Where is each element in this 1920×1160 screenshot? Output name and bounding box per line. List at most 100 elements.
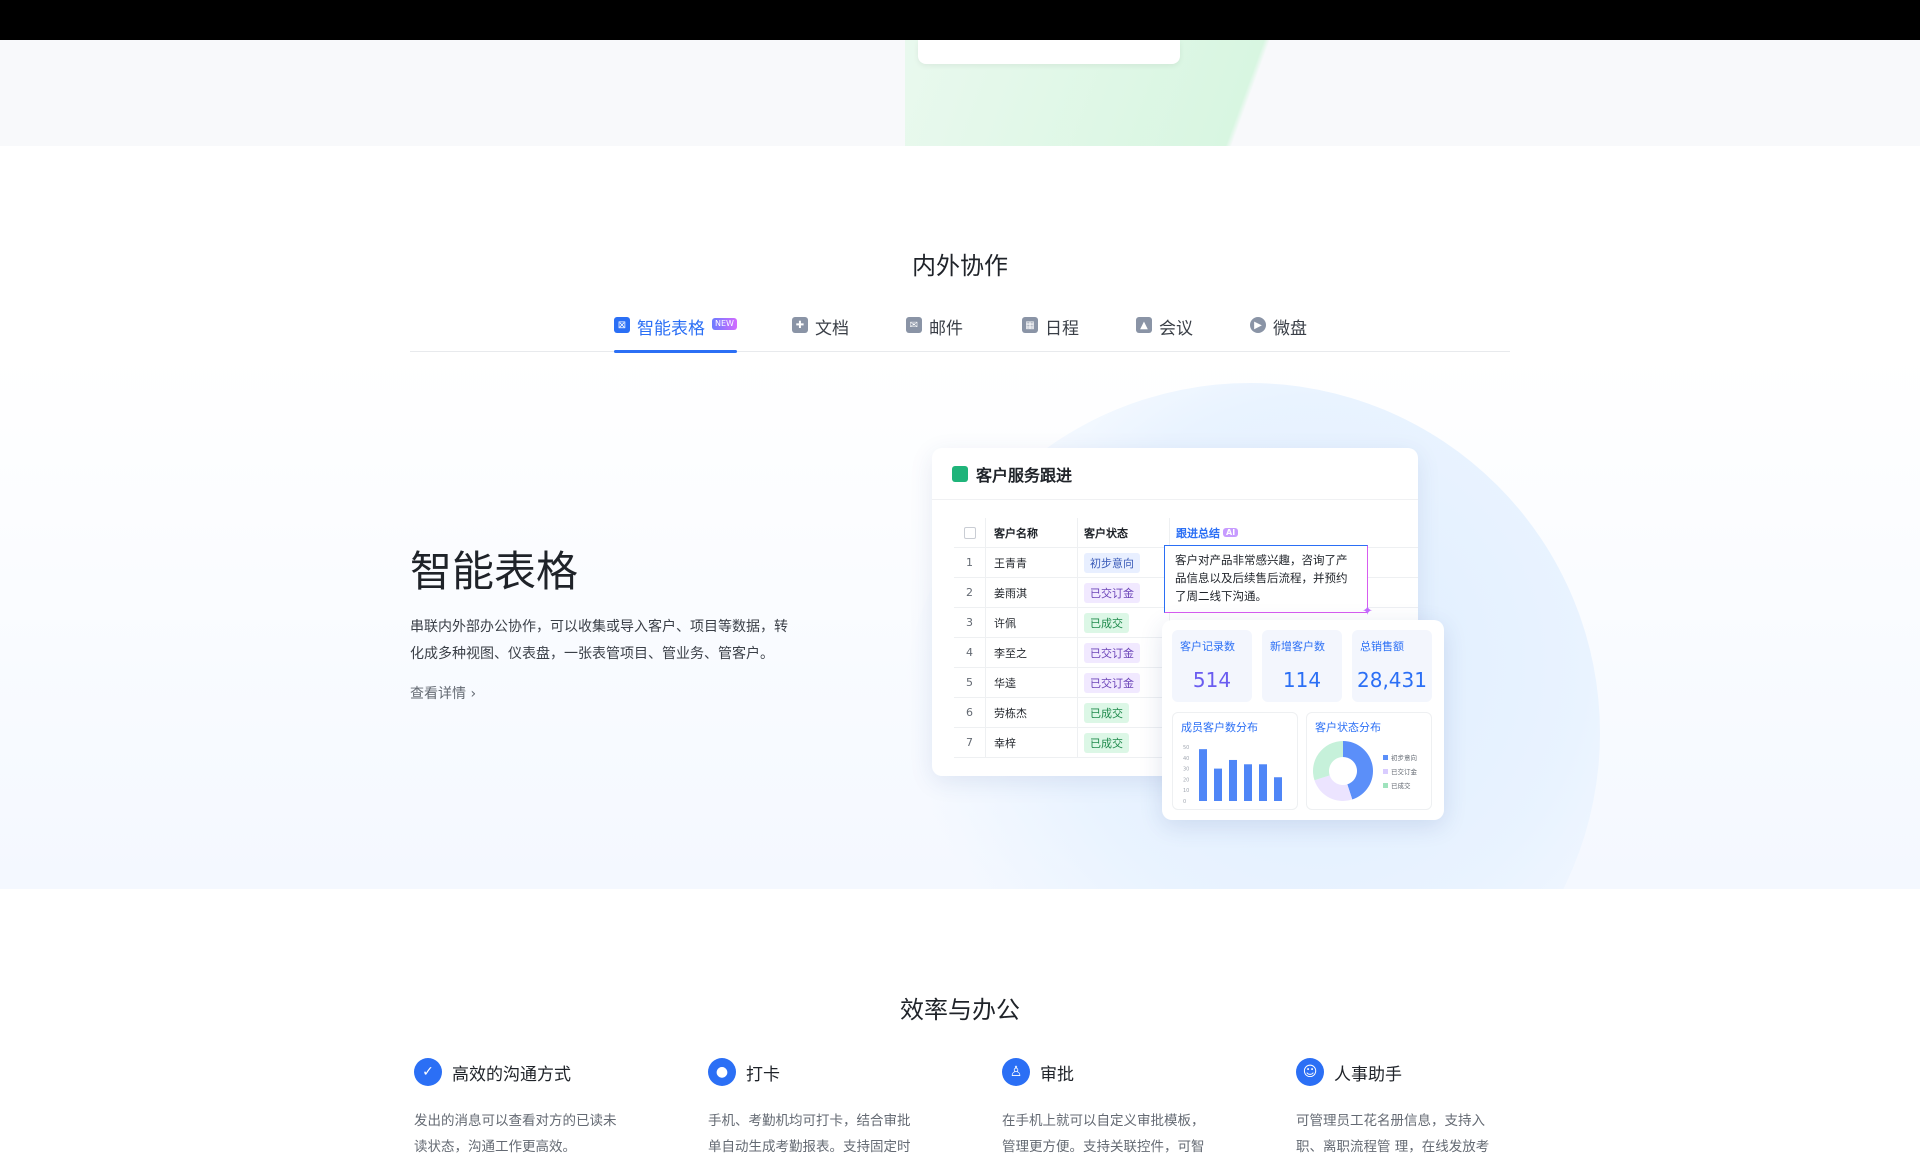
view-details-link[interactable]: 查看详情 › (410, 683, 476, 703)
customer-name: 王青青 (986, 548, 1078, 577)
sheet-title: 客户服务跟进 (976, 465, 1073, 485)
status-cell: 已交订金 (1078, 668, 1170, 697)
legend-label: 初步意向 (1391, 753, 1417, 762)
tab-smart-sheet[interactable]: ⊠ 智能表格 NEW (614, 314, 737, 353)
status-badge: 已交订金 (1084, 582, 1140, 603)
sheet-icon (952, 465, 968, 482)
tab-label: 邮件 (929, 319, 963, 339)
product-tabs: ⊠ 智能表格 NEW ✚ 文档 ✉ 邮件 ▦ 日程 ▲ 会议 ▶ 微盘 (410, 300, 1510, 353)
efficiency-item: ☺ 人事助手 可管理员工花名册信息，支持入 职、离职流程管 理，在线发放考 (1296, 1058, 1536, 1160)
efficiency-line: 单自动生成考勤报表。支持固定时 (708, 1139, 911, 1155)
ai-summary-cell: 客户对产品非常感兴趣，咨询了产 品信息以及后续售后流程，并预约 了周二线下沟通。 (1164, 545, 1368, 613)
tab-label: 文档 (815, 319, 849, 339)
stat-label: 新增客户数 (1270, 640, 1325, 653)
row-number: 5 (954, 668, 986, 697)
stat-value: 114 (1282, 668, 1322, 692)
section-title-collaboration: 内外协作 (912, 252, 1008, 280)
efficiency-line: 职、离职流程管 理，在线发放考 (1296, 1139, 1490, 1155)
legend-swatch (1383, 755, 1388, 760)
efficiency-line: 可管理员工花名册信息，支持入 (1296, 1113, 1485, 1129)
y-tick-label: 0 (1183, 799, 1186, 805)
check-icon: ✓ (414, 1058, 442, 1086)
pie-slice (1314, 775, 1353, 801)
bar-chart: 0 10 20 30 40 50 (1183, 745, 1282, 805)
status-cell: 已成交 (1078, 698, 1170, 727)
efficiency-title: 打卡 (746, 1064, 780, 1085)
status-badge: 已成交 (1084, 702, 1129, 723)
row-number: 7 (954, 728, 986, 757)
section-title-efficiency: 效率与办公 (900, 996, 1020, 1024)
tab-mail[interactable]: ✉ 邮件 (906, 314, 963, 352)
smart-sheet-icon: ⊠ (614, 317, 630, 333)
note-line: 品信息以及后续售后流程，并预约 (1175, 571, 1348, 585)
bar (1274, 777, 1282, 801)
column-header: 客户状态 (1078, 518, 1170, 547)
row-number: 2 (954, 578, 986, 607)
bar (1244, 764, 1252, 801)
new-badge: NEW (712, 318, 737, 330)
doc-icon: ✚ (792, 317, 808, 333)
legend-swatch (1383, 783, 1388, 788)
efficiency-line: 发出的消息可以查看对方的已读未 (414, 1113, 617, 1129)
status-badge: 已交订金 (1084, 642, 1140, 663)
efficiency-line: 管理更方便。支持关联控件，可智 (1002, 1139, 1205, 1155)
drive-icon: ▶ (1250, 317, 1266, 333)
select-all-checkbox[interactable] (963, 526, 976, 539)
feature-description: 串联内外部办公协作，可以收集或导入客户、项目等数据，转 化成多种视图、仪表盘，一… (410, 614, 800, 668)
row-number: 4 (954, 638, 986, 667)
row-number: 6 (954, 698, 986, 727)
customer-name: 许佩 (986, 608, 1078, 637)
table-header-row: 客户名称 客户状态 跟进总结 AI (954, 518, 1418, 548)
note-line: 客户对产品非常感兴趣，咨询了产 (1175, 553, 1348, 567)
efficiency-item: ● 打卡 手机、考勤机均可打卡，结合审批 单自动生成考勤报表。支持固定时 (708, 1058, 948, 1160)
bar-chart-title: 成员客户数分布 (1181, 721, 1258, 734)
stamp-icon: ♙ (1002, 1058, 1030, 1086)
status-cell: 已成交 (1078, 728, 1170, 757)
tab-calendar[interactable]: ▦ 日程 (1022, 314, 1079, 352)
status-cell: 已交订金 (1078, 638, 1170, 667)
sheet-header: 客户服务跟进 (932, 448, 1418, 500)
bar (1259, 764, 1267, 801)
pie-chart-title: 客户状态分布 (1315, 721, 1381, 734)
status-cell: 已成交 (1078, 608, 1170, 637)
browser-top-bar (0, 0, 1920, 40)
stat-card: 新增客户数 114 (1262, 630, 1342, 702)
status-badge: 已交订金 (1084, 672, 1140, 693)
customer-name: 华逵 (986, 668, 1078, 697)
tab-meeting[interactable]: ▲ 会议 (1136, 314, 1193, 352)
customer-name: 劳栋杰 (986, 698, 1078, 727)
efficiency-line: 读状态，沟通工作更高效。 (414, 1139, 576, 1155)
dashboard-preview: 客户记录数 514 新增客户数 114 总销售额 28,431 成员客户数分布 … (1162, 620, 1444, 820)
efficiency-title: 审批 (1040, 1064, 1074, 1085)
stat-value: 28,431 (1357, 668, 1427, 692)
efficiency-item: ✓ 高效的沟通方式 发出的消息可以查看对方的已读未 读状态，沟通工作更高效。 (414, 1058, 654, 1160)
person-icon: ☺ (1296, 1058, 1324, 1086)
customer-name: 姜雨淇 (986, 578, 1078, 607)
mail-icon: ✉ (906, 317, 922, 333)
desc-line: 化成多种视图、仪表盘，一张表管项目、管业务、管客户。 (410, 646, 774, 662)
status-badge: 已成交 (1084, 612, 1129, 633)
y-tick-label: 30 (1183, 767, 1189, 773)
bar-chart-panel: 成员客户数分布 0 10 20 30 40 50 (1172, 712, 1298, 810)
customer-name: 李至之 (986, 638, 1078, 667)
desc-line: 串联内外部办公协作，可以收集或导入客户、项目等数据，转 (410, 619, 788, 635)
legend-label: 已交订金 (1391, 767, 1418, 776)
y-tick-label: 40 (1183, 756, 1189, 762)
tab-drive[interactable]: ▶ 微盘 (1250, 314, 1307, 352)
column-header: 跟进总结 (1176, 526, 1220, 540)
stat-label: 客户记录数 (1180, 640, 1235, 653)
sparkle-icon: ✦ (1362, 604, 1373, 619)
hero-strip (0, 40, 1920, 146)
column-header-ai: 跟进总结 AI (1170, 518, 1418, 547)
tab-doc[interactable]: ✚ 文档 (792, 314, 849, 352)
note-line: 了周二线下沟通。 (1175, 589, 1267, 603)
y-tick-label: 50 (1183, 745, 1189, 751)
tab-label: 日程 (1045, 319, 1079, 339)
tab-label: 智能表格 (637, 319, 705, 339)
hero-card (918, 40, 1180, 64)
ai-badge: AI (1223, 528, 1239, 537)
y-tick-label: 20 (1183, 777, 1189, 783)
pie-chart-panel: 客户状态分布 初步意向 已交订金 已成交 (1306, 712, 1432, 810)
status-badge: 已成交 (1084, 732, 1129, 753)
stat-label: 总销售额 (1360, 640, 1404, 653)
